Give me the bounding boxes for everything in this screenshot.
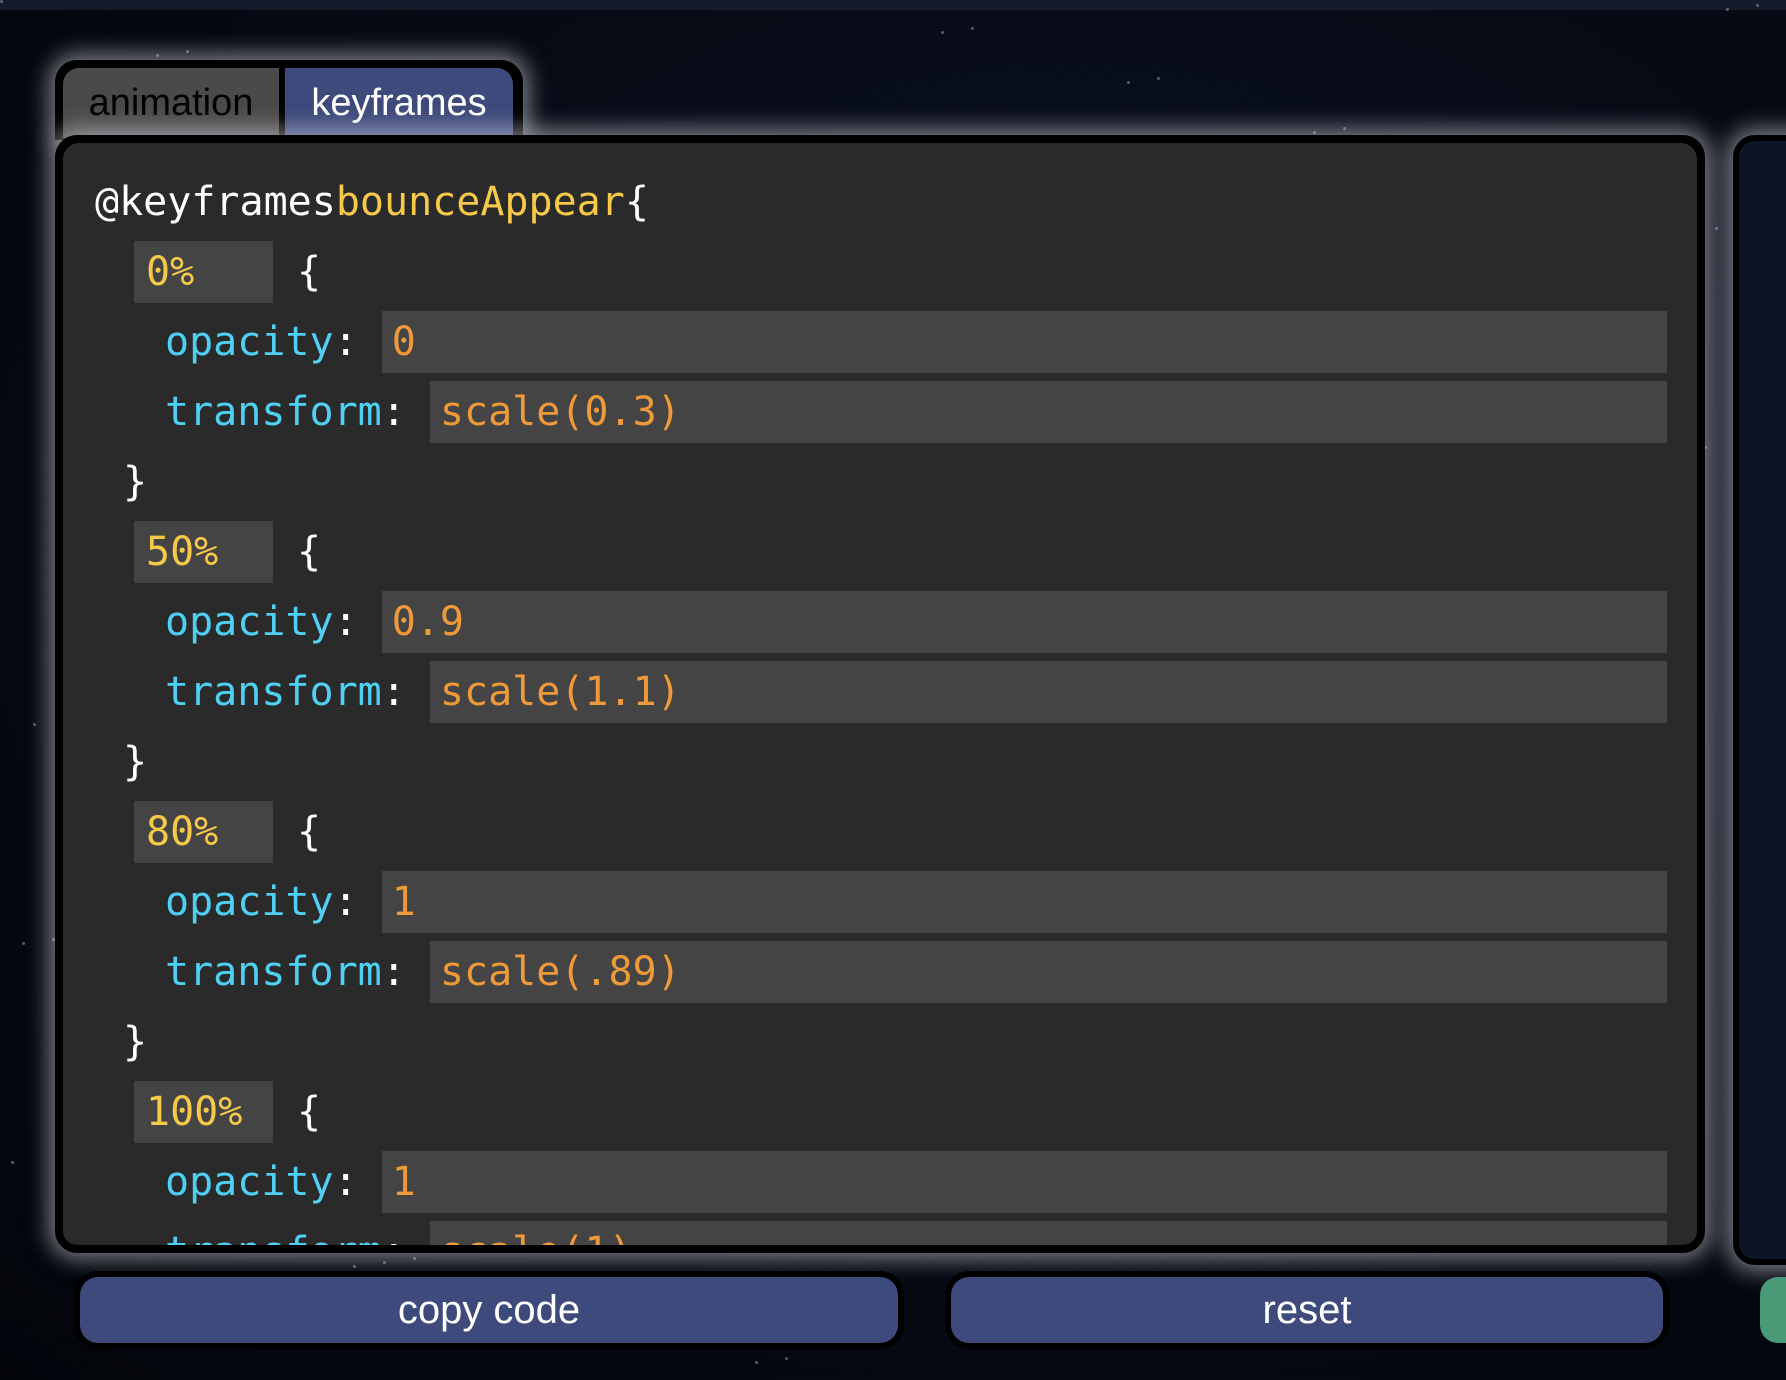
colon: : [382, 1229, 430, 1245]
top-bar [0, 0, 1786, 10]
code-editor: @keyframes bounceAppear { 0%{opacity: 0t… [63, 143, 1697, 1245]
close-brace: } [123, 739, 148, 785]
action-button[interactable] [1760, 1277, 1786, 1343]
colon: : [381, 669, 430, 715]
star [1313, 131, 1316, 134]
property-value-input[interactable]: scale(.89) [429, 941, 1667, 1003]
property-value-input[interactable]: 1 [381, 871, 1667, 933]
property-value-input[interactable]: scale(0.3) [429, 381, 1667, 443]
close-brace-line: } [63, 447, 1697, 517]
tab-keyframes[interactable]: keyframes [285, 68, 513, 138]
property-name: opacity [165, 879, 334, 925]
star [1726, 8, 1729, 11]
keyframes-header: @keyframes bounceAppear { [63, 167, 1697, 237]
close-brace: } [123, 1019, 148, 1065]
declaration-line: opacity: 0.9 [63, 587, 1697, 657]
tab-bar: animation keyframes [55, 60, 523, 140]
property-value-input[interactable]: 1 [381, 1151, 1667, 1213]
star [186, 50, 189, 53]
code-panel: @keyframes bounceAppear { 0%{opacity: 0t… [55, 135, 1705, 1253]
star [971, 27, 974, 30]
star [11, 1161, 14, 1164]
colon: : [333, 319, 382, 365]
star [1756, 4, 1759, 7]
property-value-input[interactable]: scale(1.1) [429, 661, 1667, 723]
keyframe-selector-input[interactable]: 0% [134, 241, 273, 303]
open-brace: { [297, 1089, 322, 1135]
preview-panel [1733, 135, 1786, 1265]
declaration-line: opacity: 1 [63, 1147, 1697, 1217]
keyframe-selector-line: 50% { [63, 517, 1697, 587]
tab-animation[interactable]: animation [63, 68, 279, 138]
colon: : [333, 1159, 382, 1205]
at-rule: @keyframes [95, 179, 336, 225]
star [156, 54, 159, 57]
property-name: opacity [165, 1159, 334, 1205]
declaration-line: transform: scale(0.3) [63, 377, 1697, 447]
keyframe-selector-input[interactable]: 80% [134, 801, 273, 863]
copy-code-button[interactable]: copy code [80, 1277, 898, 1343]
property-value-input[interactable]: scale(1) [429, 1221, 1667, 1245]
star [383, 1261, 386, 1264]
property-value-input[interactable]: 0 [381, 311, 1667, 373]
star [1343, 127, 1346, 130]
colon: : [381, 389, 430, 435]
keyframe-selector-line: 0% { [63, 237, 1697, 307]
colon: : [333, 599, 382, 645]
colon: : [333, 879, 382, 925]
star [755, 1361, 758, 1364]
open-brace: { [297, 249, 322, 295]
open-brace: { [297, 529, 322, 575]
star [0, 0, 3, 3]
property-name: opacity [165, 599, 334, 645]
keyframe-selector-input[interactable]: 50% [134, 521, 273, 583]
property-name: transform [165, 1229, 382, 1245]
reset-button[interactable]: reset [951, 1277, 1663, 1343]
star [1715, 227, 1718, 230]
star [33, 723, 36, 726]
property-name: transform [165, 389, 382, 435]
star [353, 1265, 356, 1268]
keyframe-selector-line: 80% { [63, 797, 1697, 867]
star [413, 1257, 416, 1260]
open-brace: { [624, 179, 649, 225]
star [22, 942, 25, 945]
property-name: transform [165, 669, 382, 715]
close-brace: } [123, 459, 148, 505]
property-name: opacity [165, 319, 334, 365]
star [785, 1357, 788, 1360]
close-brace-line: } [63, 1007, 1697, 1077]
star [1127, 81, 1130, 84]
keyframe-selector-line: 100% { [63, 1077, 1697, 1147]
star [941, 31, 944, 34]
animation-name: bounceAppear [335, 179, 625, 225]
declaration-line: opacity: 0 [63, 307, 1697, 377]
keyframe-selector-input[interactable]: 100% [134, 1081, 273, 1143]
property-value-input[interactable]: 0.9 [381, 591, 1667, 653]
declaration-line: transform: scale(1) [63, 1217, 1697, 1245]
colon: : [381, 949, 430, 995]
declaration-line: opacity: 1 [63, 867, 1697, 937]
star [1157, 77, 1160, 80]
close-brace-line: } [63, 727, 1697, 797]
declaration-line: transform: scale(.89) [63, 937, 1697, 1007]
open-brace: { [297, 809, 322, 855]
property-name: transform [165, 949, 382, 995]
declaration-line: transform: scale(1.1) [63, 657, 1697, 727]
